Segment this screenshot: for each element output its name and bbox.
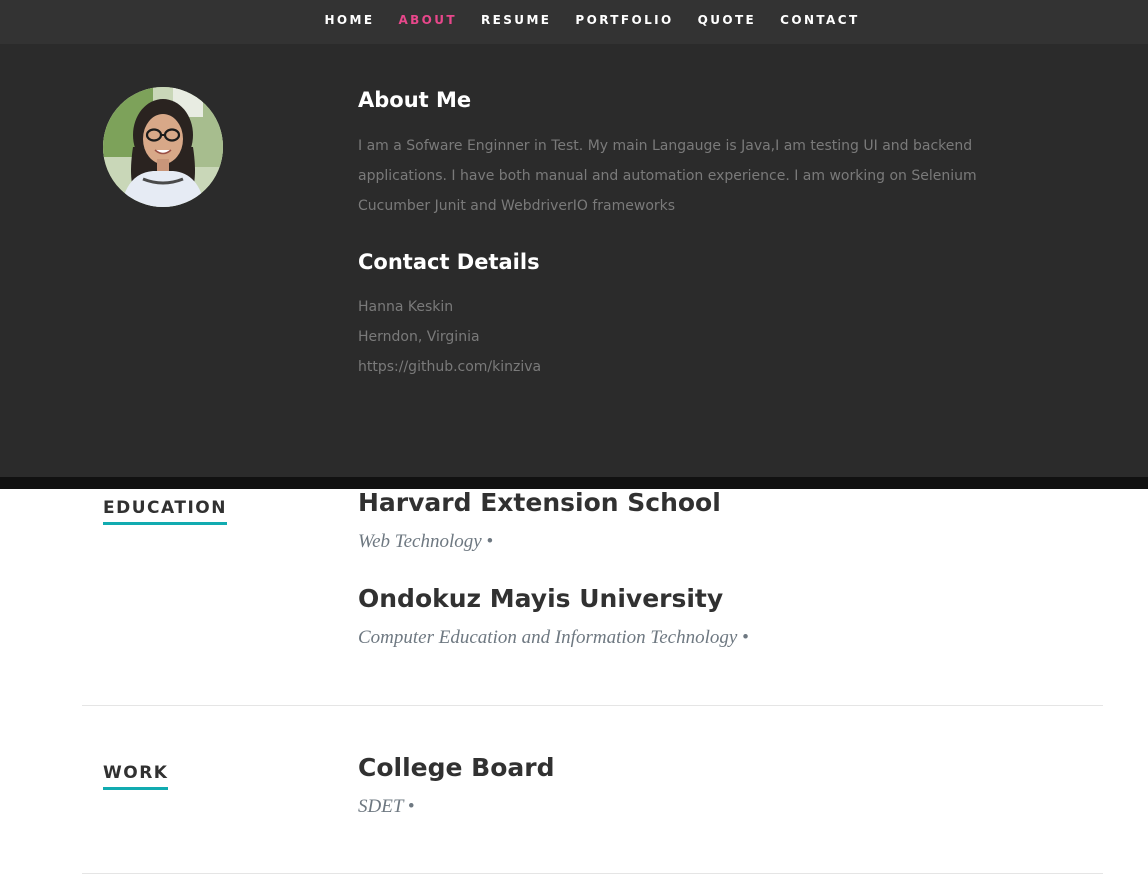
nav-portfolio[interactable]: PORTFOLIO xyxy=(575,13,673,27)
nav-home[interactable]: HOME xyxy=(324,13,374,27)
education-info-1: Web Technology • xyxy=(358,531,494,552)
nav-about[interactable]: ABOUT xyxy=(398,13,457,27)
top-nav: HOME ABOUT RESUME PORTFOLIO QUOTE CONTAC… xyxy=(0,0,1148,44)
education-info-2: Computer Education and Information Techn… xyxy=(358,627,749,648)
contact-name: Hanna Keskin xyxy=(358,299,454,315)
work-label: WORK xyxy=(103,763,169,790)
work-divider xyxy=(82,873,1103,874)
about-text: I am a Sofware Enginner in Test. My main… xyxy=(358,138,977,214)
work-company-1: College Board xyxy=(358,753,555,782)
work-info-1: SDET • xyxy=(358,796,415,817)
nav-resume[interactable]: RESUME xyxy=(481,13,551,27)
nav-quote[interactable]: QUOTE xyxy=(698,13,757,27)
contact-details: Hanna Keskin Herndon, Virginia https://g… xyxy=(358,292,541,382)
nav-contact[interactable]: CONTACT xyxy=(780,13,859,27)
education-school-1: Harvard Extension School xyxy=(358,488,721,517)
contact-heading: Contact Details xyxy=(358,250,540,274)
education-divider xyxy=(82,705,1103,706)
about-heading: About Me xyxy=(358,88,472,112)
contact-github-link[interactable]: https://github.com/kinziva xyxy=(358,352,541,382)
education-school-2: Ondokuz Mayis University xyxy=(358,584,724,613)
nav-links: HOME ABOUT RESUME PORTFOLIO QUOTE CONTAC… xyxy=(0,0,1148,40)
contact-location: Herndon, Virginia xyxy=(358,329,480,345)
education-label: EDUCATION xyxy=(103,498,227,525)
profile-photo xyxy=(103,87,223,207)
